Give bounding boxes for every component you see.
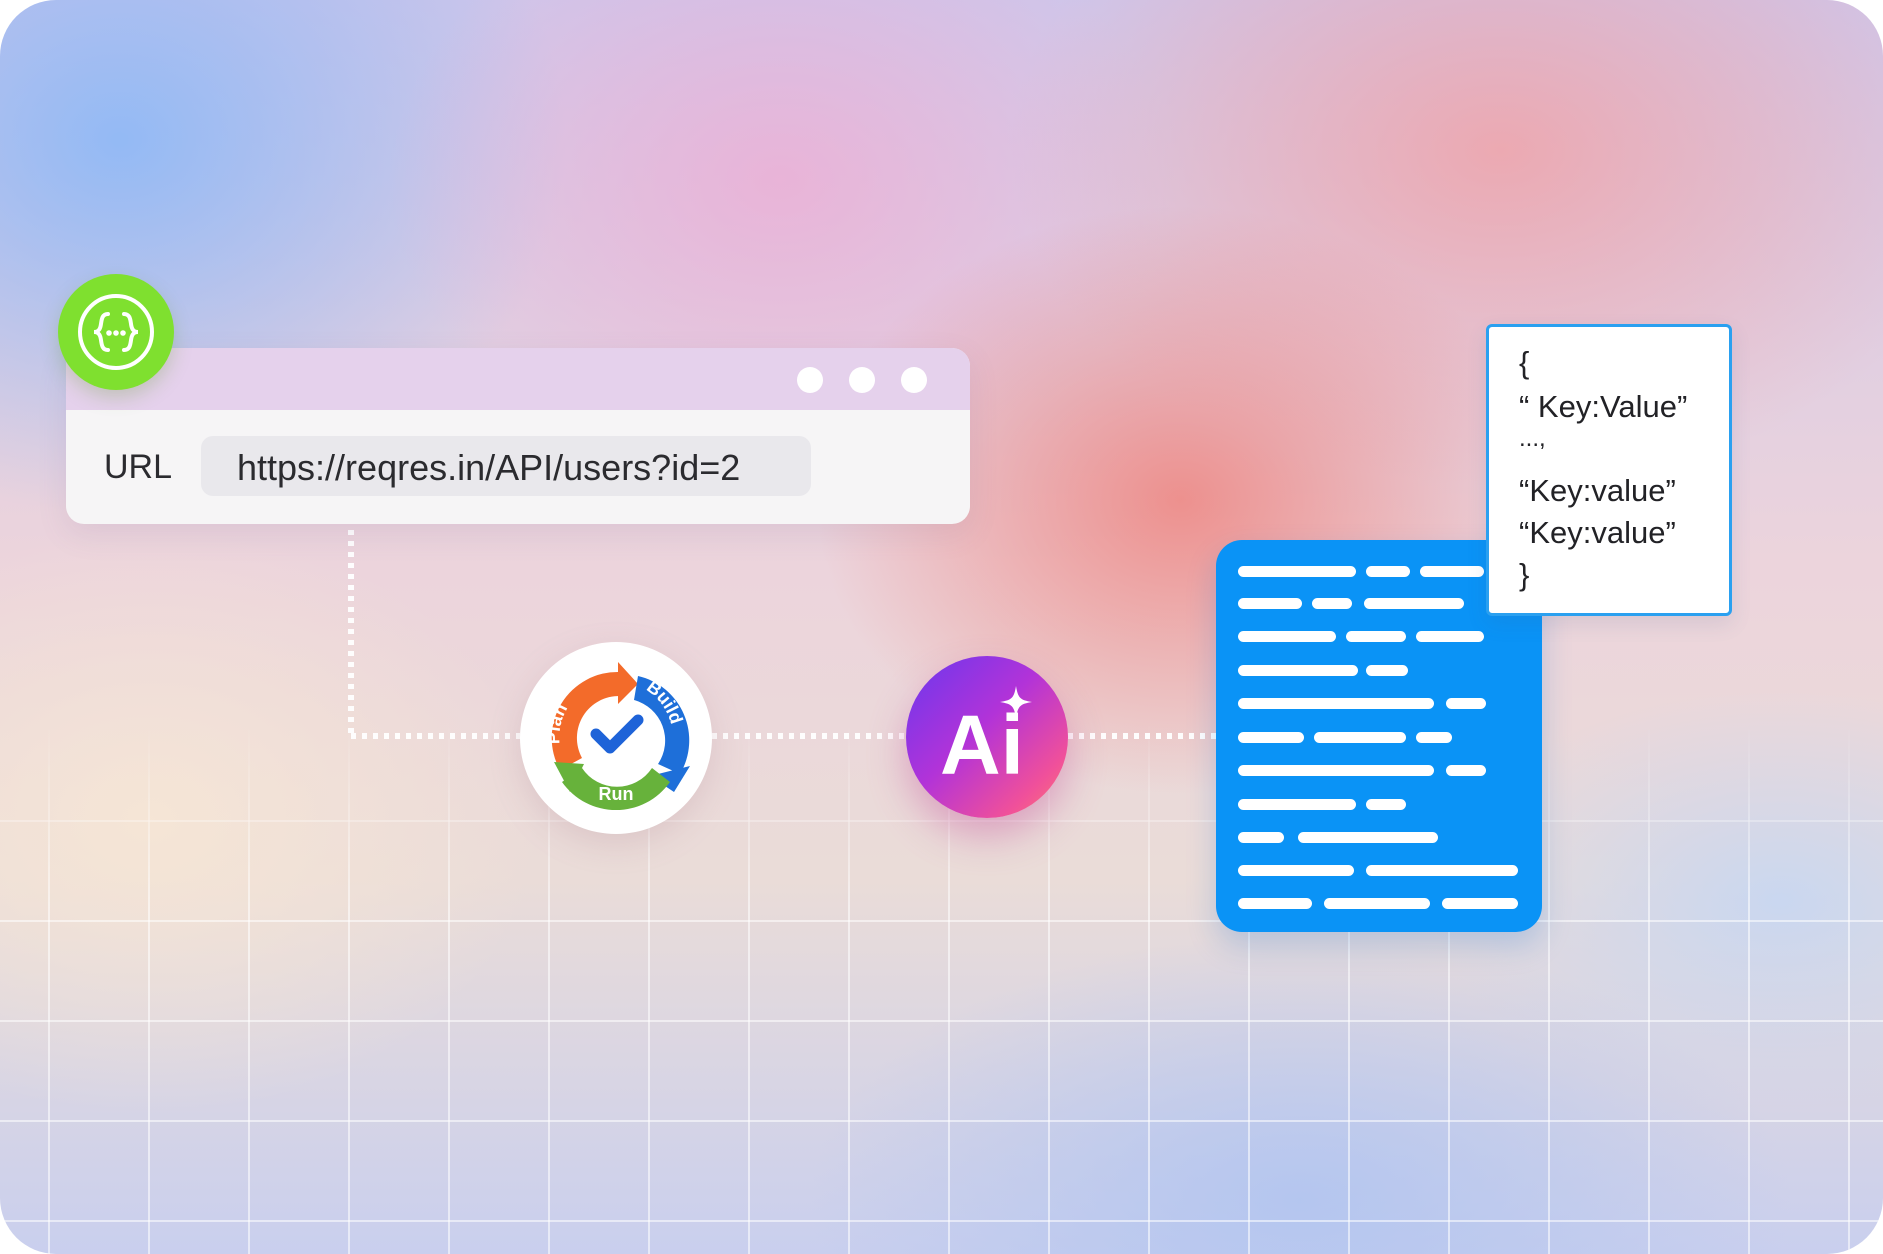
json-line: “ Key:Value” xyxy=(1519,389,1688,424)
window-dot-icon xyxy=(797,367,823,393)
json-line: “Key:value” xyxy=(1519,515,1676,550)
json-response-card: { “ Key:Value” ..., “Key:value” “Key:val… xyxy=(1486,324,1732,616)
window-dot-icon xyxy=(849,367,875,393)
ai-label: Ai xyxy=(940,698,1024,792)
illustration-canvas: URL https://reqres.in/API/users?id=2 Pla… xyxy=(0,0,1883,1254)
window-dot-icon xyxy=(901,367,927,393)
browser-body: URL https://reqres.in/API/users?id=2 xyxy=(66,410,970,524)
json-line: ..., xyxy=(1519,425,1546,452)
url-value: https://reqres.in/API/users?id=2 xyxy=(237,447,741,488)
build-arc xyxy=(634,676,690,774)
dotted-connectors xyxy=(348,530,1216,739)
browser-window: URL https://reqres.in/API/users?id=2 xyxy=(66,348,970,524)
ai-badge: Ai xyxy=(906,656,1068,818)
ai-logo: Ai xyxy=(940,686,1032,792)
cycle-diagram: Plan Build Run xyxy=(543,662,690,811)
url-label: URL xyxy=(104,448,173,486)
api-badge xyxy=(58,274,174,390)
api-braces-icon xyxy=(78,294,154,370)
browser-title-bar xyxy=(66,348,970,410)
json-line: { xyxy=(1519,345,1530,380)
url-field[interactable]: https://reqres.in/API/users?id=2 xyxy=(201,436,811,496)
run-label: Run xyxy=(599,784,634,804)
json-line: “Key:value” xyxy=(1519,473,1676,508)
plan-build-run-badge: Plan Build Run xyxy=(520,642,712,834)
json-line: } xyxy=(1519,557,1530,592)
checkmark-icon xyxy=(590,714,644,754)
